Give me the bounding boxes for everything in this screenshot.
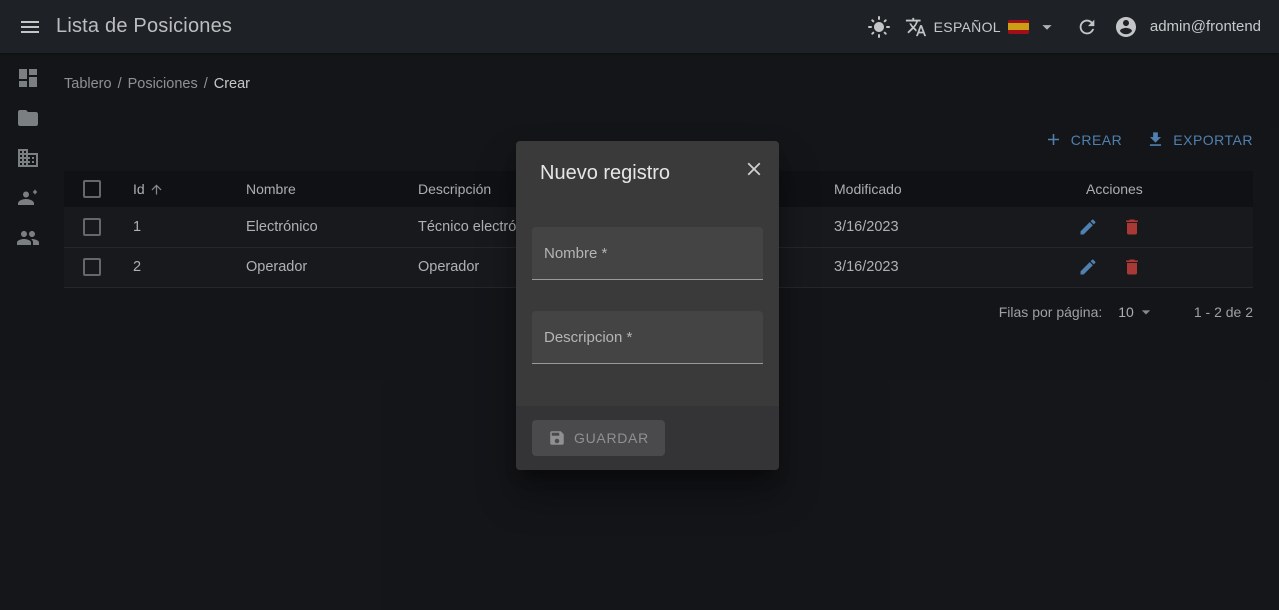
close-icon[interactable] [743, 158, 765, 180]
descripcion-field[interactable] [532, 311, 763, 364]
dialog-toolbar: GUARDAR [516, 406, 779, 470]
nombre-field[interactable] [532, 227, 763, 280]
new-record-dialog: Nuevo registro GUARDAR [516, 141, 779, 470]
save-floppy-icon [548, 429, 566, 447]
save-button[interactable]: GUARDAR [532, 420, 665, 456]
dialog-title: Nuevo registro [540, 162, 670, 185]
